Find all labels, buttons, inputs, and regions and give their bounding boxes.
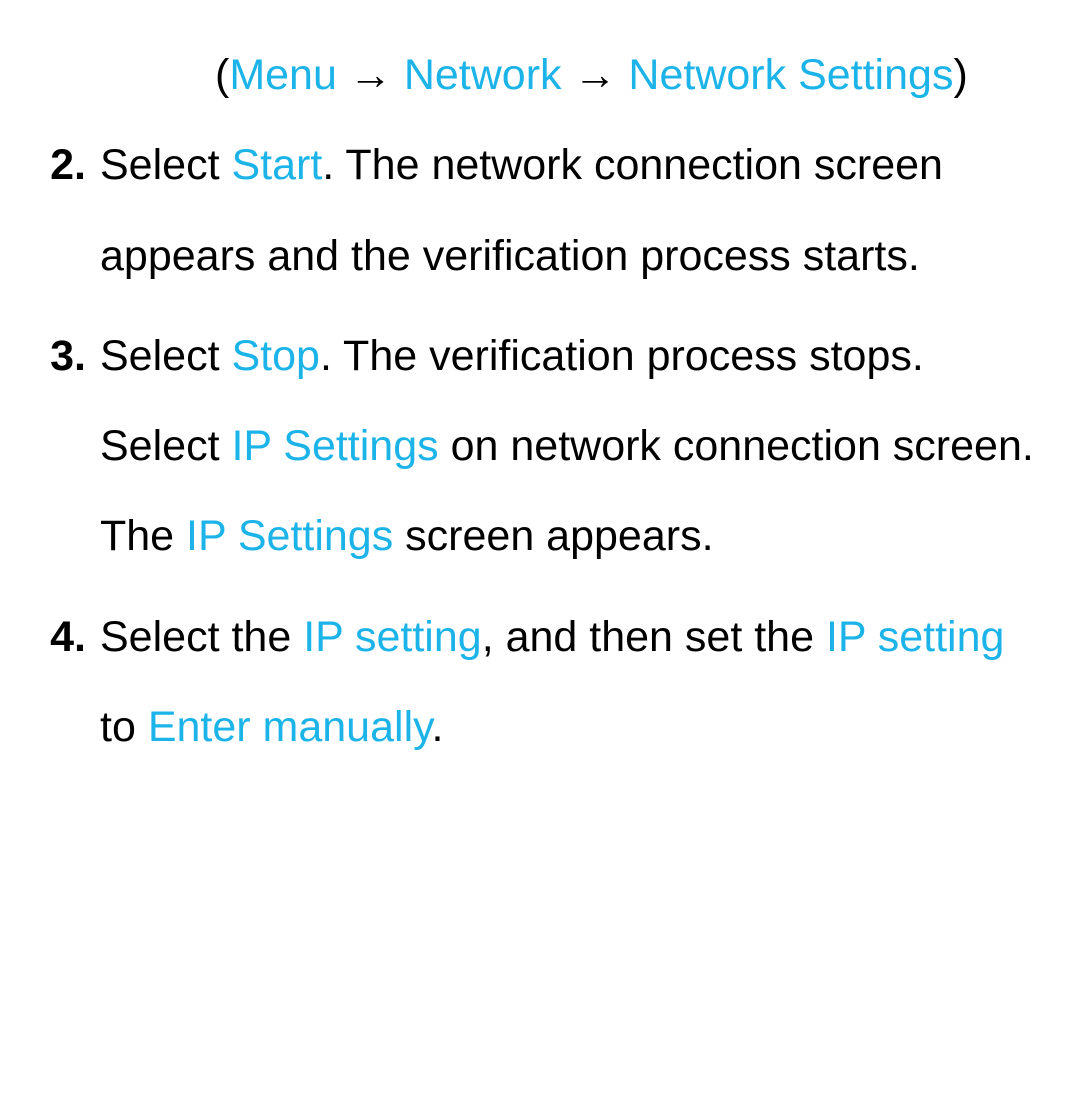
keyword-start: Start xyxy=(231,141,322,189)
text: . xyxy=(431,703,443,751)
keyword-ip-setting: IP setting xyxy=(826,613,1005,661)
step-4-content: Select the IP setting, and then set the … xyxy=(100,592,1040,773)
keyword-ip-settings: IP Settings xyxy=(231,422,438,470)
keyword-ip-settings: IP Settings xyxy=(186,512,393,560)
text: screen appears. xyxy=(393,512,713,560)
breadcrumb-menu: Menu xyxy=(229,51,337,99)
text: to xyxy=(100,703,148,751)
step-2-content: Select Start. The network connection scr… xyxy=(100,120,1040,301)
text: Select xyxy=(100,141,231,189)
arrow-icon: → xyxy=(562,51,629,99)
text: Select the xyxy=(100,613,303,661)
list-number-4: 4. xyxy=(40,592,100,773)
list-item: 2. Select Start. The network connection … xyxy=(40,120,1040,301)
arrow-icon: → xyxy=(337,51,404,99)
paren-open: ( xyxy=(215,51,229,99)
list-item: 3. Select Stop. The verification process… xyxy=(40,311,1040,582)
breadcrumb-network-settings: Network Settings xyxy=(628,51,953,99)
list-number-3: 3. xyxy=(40,311,100,582)
paren-close: ) xyxy=(953,51,967,99)
breadcrumb-network: Network xyxy=(404,51,562,99)
list-number-2: 2. xyxy=(40,120,100,301)
text: Select xyxy=(100,332,231,380)
keyword-enter-manually: Enter manually xyxy=(148,703,432,751)
keyword-stop: Stop xyxy=(231,332,319,380)
text: , and then set the xyxy=(482,613,826,661)
list-item: 4. Select the IP setting, and then set t… xyxy=(40,592,1040,773)
breadcrumb: (Menu → Network → Network Settings) xyxy=(40,30,1040,120)
step-3-content: Select Stop. The verification process st… xyxy=(100,311,1040,582)
keyword-ip-setting: IP setting xyxy=(303,613,482,661)
